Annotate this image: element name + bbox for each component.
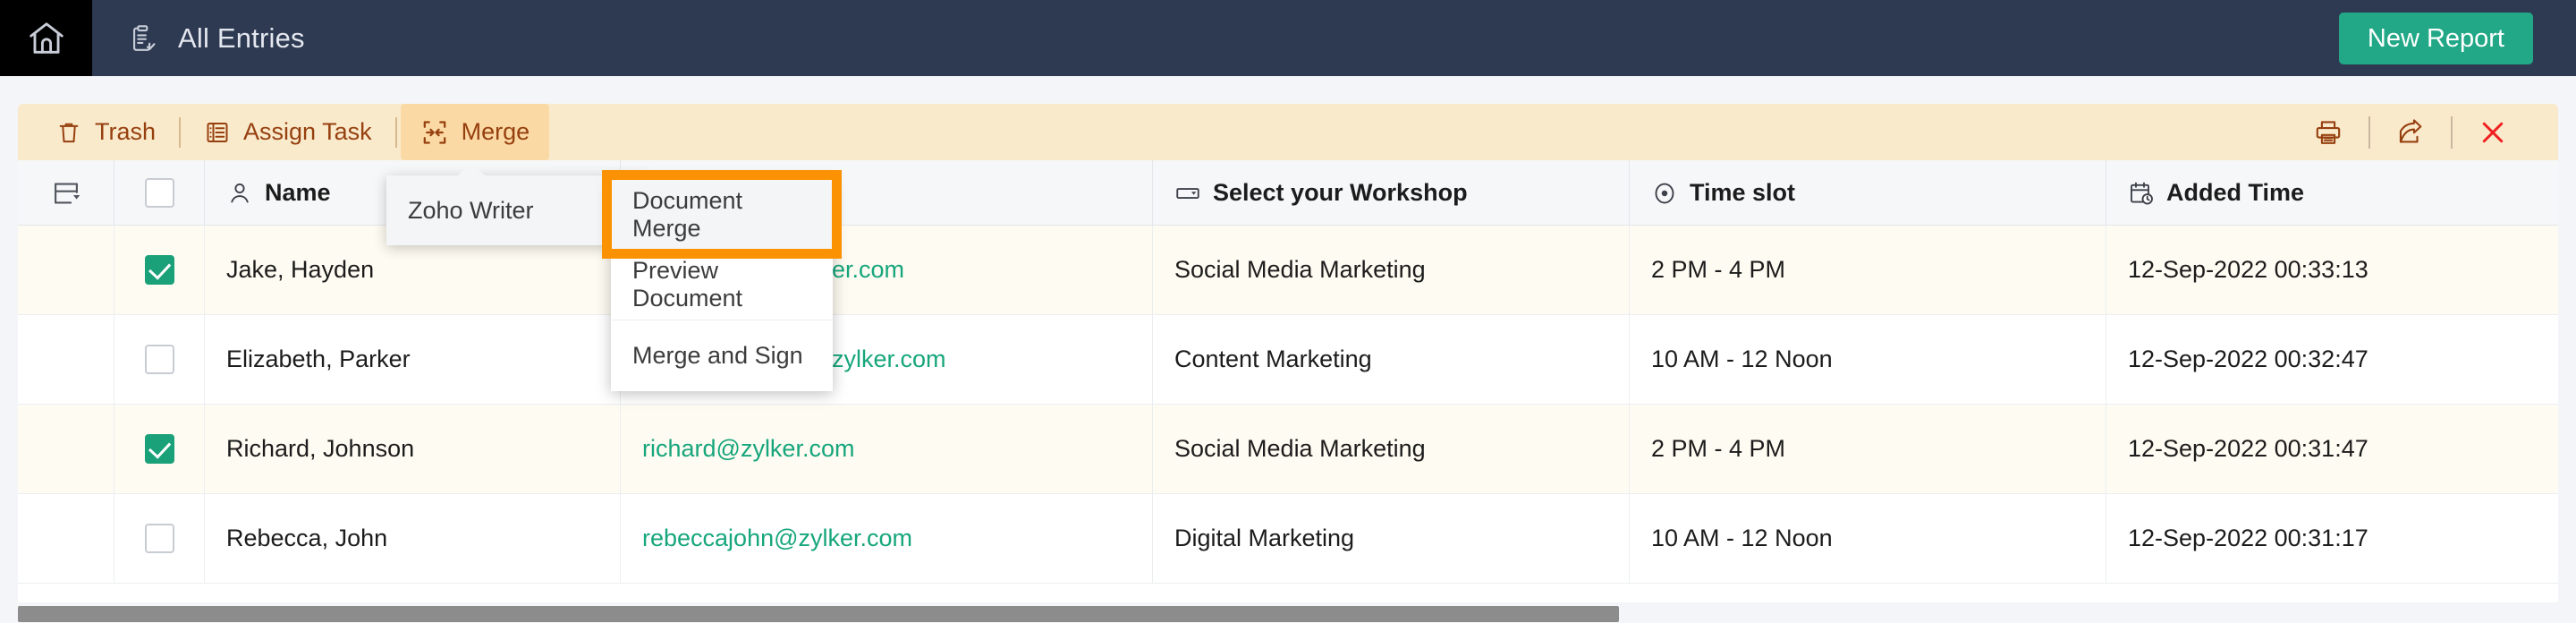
assign-task-label: Assign Task (243, 118, 372, 145)
cell-workshop: Social Media Marketing (1153, 405, 1630, 493)
share-icon (2395, 117, 2426, 148)
cell-added-time: 12-Sep-2022 00:31:47 (2128, 435, 2368, 462)
row-checkbox[interactable] (144, 434, 174, 464)
table-row[interactable]: Rebecca, John rebeccajohn@zylker.com Dig… (18, 494, 2558, 584)
cell-time-slot: 10 AM - 12 Noon (1630, 315, 2106, 404)
menu-item-zoho-writer-label: Zoho Writer (408, 196, 534, 224)
cell-workshop: Social Media Marketing (1153, 226, 1630, 314)
row-handle-cell (18, 494, 114, 583)
cell-workshop: Digital Marketing (1153, 494, 1630, 583)
menu-item-merge-and-sign-label: Merge and Sign (632, 342, 803, 369)
toolbar-icon-divider (2368, 115, 2370, 149)
calendar-clock-icon (2128, 180, 2155, 207)
cell-added-time: 12-Sep-2022 00:32:47 (2128, 346, 2368, 372)
assign-task-button[interactable]: Assign Task (184, 104, 392, 160)
row-checkbox[interactable] (144, 255, 174, 285)
clipboard-check-icon (128, 23, 158, 54)
row-handle-cell (18, 315, 114, 404)
print-button[interactable] (2301, 105, 2356, 160)
merge-button[interactable]: Merge (400, 104, 550, 160)
menu-item-merge-and-sign[interactable]: Merge and Sign (611, 320, 833, 391)
column-layout-button[interactable] (18, 160, 114, 226)
toolbar-divider (394, 116, 397, 148)
trash-label: Trash (95, 118, 157, 145)
cell-email[interactable]: richard@zylker.com (621, 405, 1153, 493)
home-icon (26, 18, 67, 59)
column-header-workshop[interactable]: Select your Workshop (1153, 160, 1630, 226)
horizontal-scrollbar-thumb[interactable] (18, 606, 1619, 622)
menu-item-document-merge[interactable]: Document Merge (602, 170, 842, 259)
share-button[interactable] (2383, 105, 2438, 160)
cell-name: Rebecca, John (205, 494, 621, 583)
toolbar-icon-divider (2451, 115, 2453, 149)
cell-time-slot: 10 AM - 12 Noon (1630, 494, 2106, 583)
merge-submenu: Document Merge Preview Document Merge an… (602, 170, 842, 391)
toolbar-right-actions (2301, 105, 2558, 160)
column-header-time-slot-label: Time slot (1690, 179, 1796, 206)
task-list-icon (204, 119, 231, 146)
menu-item-preview-document-label: Preview Document (632, 257, 743, 312)
trash-button[interactable]: Trash (36, 104, 175, 160)
column-header-workshop-label: Select your Workshop (1213, 179, 1468, 206)
close-toolbar-button[interactable] (2465, 105, 2521, 160)
cell-added-time: 12-Sep-2022 00:31:17 (2128, 525, 2368, 551)
cell-workshop: Content Marketing (1153, 315, 1630, 404)
merge-icon (420, 118, 449, 147)
menu-item-document-merge-label: Document Merge (632, 186, 743, 242)
dropdown-field-icon (1174, 180, 1201, 207)
row-handle-cell (18, 226, 114, 314)
toolbar-actions: Trash Assign Task Merge (18, 104, 550, 160)
table-row[interactable]: Richard, Johnson richard@zylker.com Soci… (18, 405, 2558, 494)
top-bar: All Entries New Report (0, 0, 2576, 76)
print-icon (2313, 117, 2343, 148)
cell-time-slot: 2 PM - 4 PM (1630, 405, 2106, 493)
cell-name: Richard, Johnson (205, 405, 621, 493)
cell-email[interactable]: rebeccajohn@zylker.com (621, 494, 1153, 583)
column-header-added-time[interactable]: Added Time (2106, 160, 2554, 226)
cell-time-slot: 2 PM - 4 PM (1630, 226, 2106, 314)
column-header-time-slot[interactable]: Time slot (1630, 160, 2106, 226)
home-button[interactable] (0, 0, 92, 76)
radio-field-icon (1651, 180, 1678, 207)
trash-icon (55, 119, 82, 146)
column-header-added-time-label: Added Time (2166, 179, 2305, 206)
menu-item-preview-document[interactable]: Preview Document (611, 250, 833, 320)
select-all-checkbox[interactable] (144, 178, 174, 208)
menu-item-zoho-writer[interactable]: Zoho Writer (386, 175, 646, 245)
toolbar-divider (179, 116, 182, 148)
cell-added-time: 12-Sep-2022 00:33:13 (2128, 256, 2368, 283)
cell-name: Elizabeth, Parker (205, 315, 621, 404)
table-row[interactable]: Elizabeth, Parker elizabethparker@zylker… (18, 315, 2558, 405)
row-select-cell[interactable] (114, 315, 205, 404)
row-select-cell[interactable] (114, 405, 205, 493)
horizontal-scrollbar-track[interactable] (18, 606, 2558, 622)
action-toolbar: Trash Assign Task Merge (18, 104, 2558, 160)
merge-label: Merge (461, 118, 530, 145)
row-select-cell[interactable] (114, 226, 205, 314)
column-layout-icon (51, 178, 81, 209)
row-checkbox[interactable] (144, 345, 174, 374)
close-icon (2477, 116, 2509, 149)
row-checkbox[interactable] (144, 524, 174, 553)
person-icon (226, 180, 253, 207)
row-select-cell[interactable] (114, 494, 205, 583)
column-header-name-label: Name (265, 179, 331, 206)
breadcrumb: All Entries (128, 22, 305, 55)
row-handle-cell (18, 405, 114, 493)
new-report-button[interactable]: New Report (2338, 13, 2533, 64)
merge-dropdown-menu: Zoho Writer (386, 163, 646, 245)
select-all-cell[interactable] (114, 160, 205, 226)
page-title: All Entries (178, 21, 305, 54)
